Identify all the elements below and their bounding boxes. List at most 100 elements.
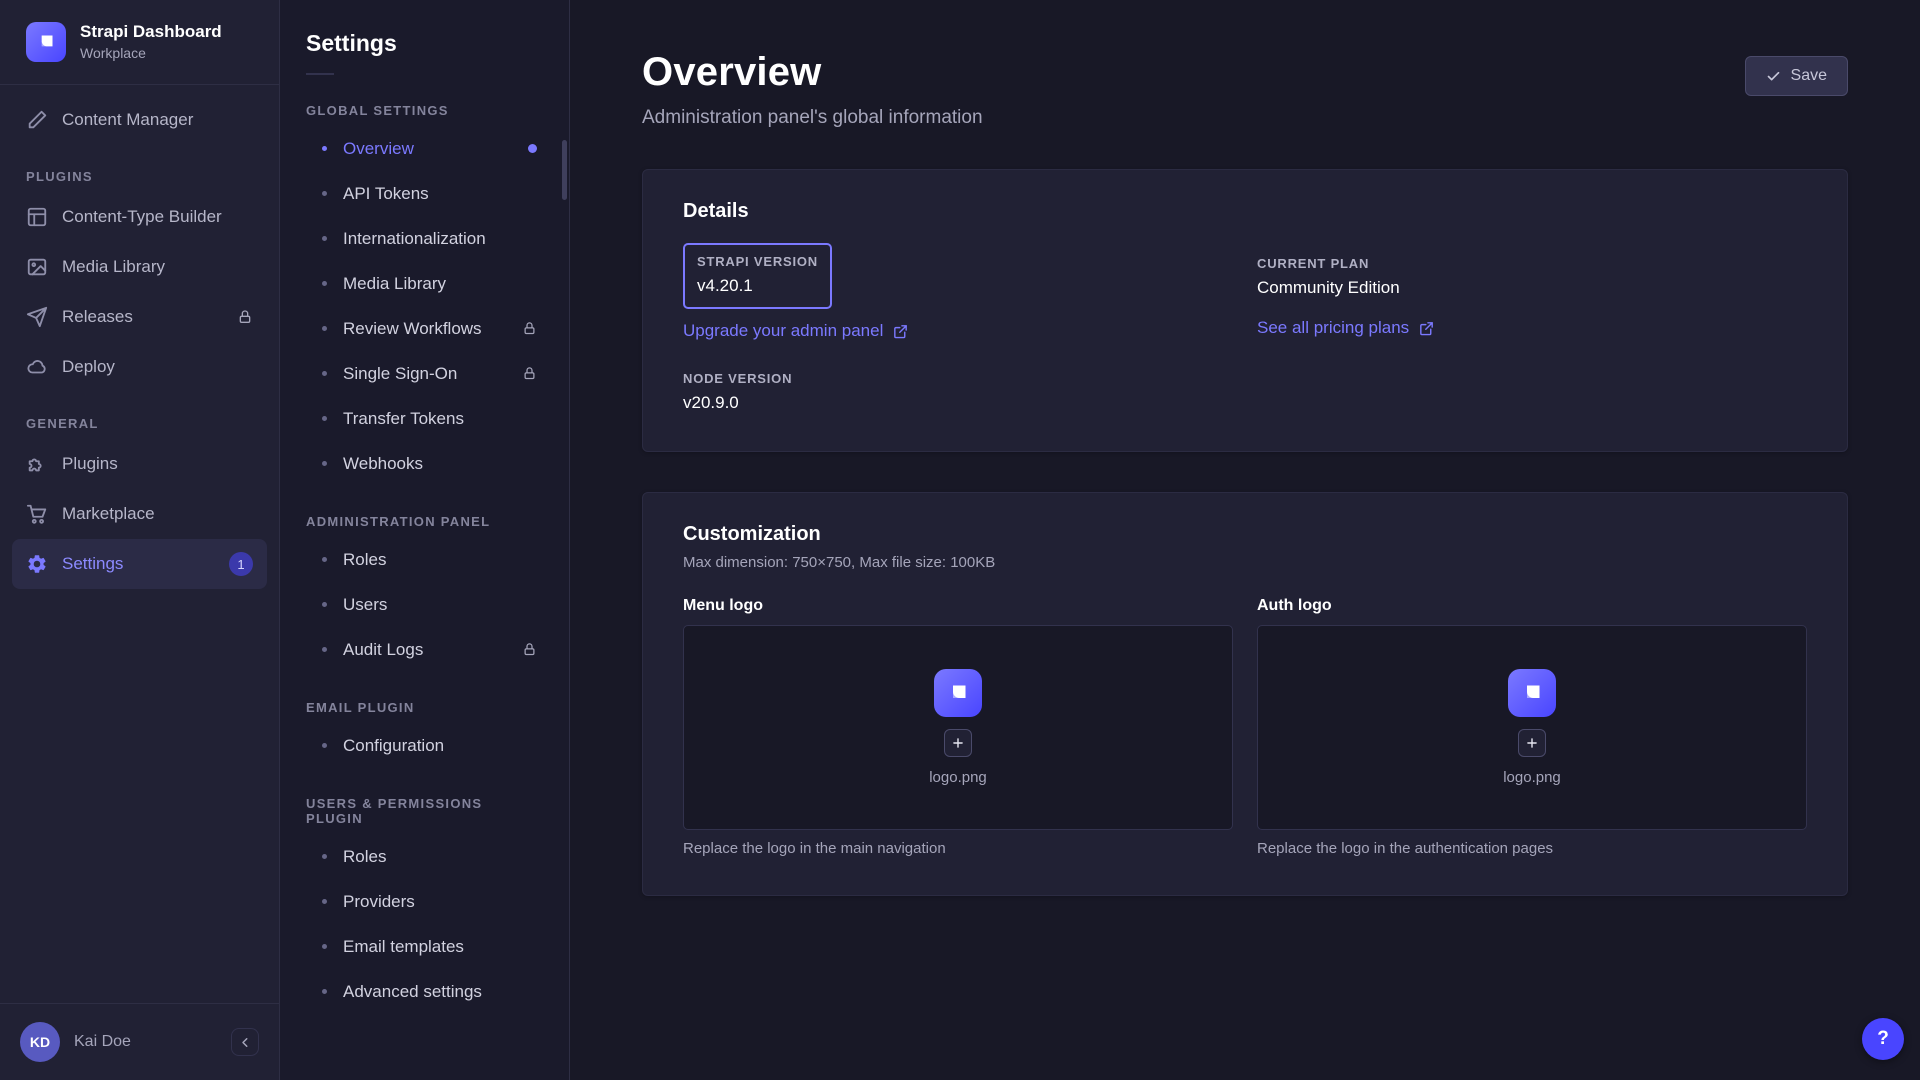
subnav-item-users[interactable]: Users: [306, 582, 543, 627]
bullet-icon: [322, 461, 327, 466]
settings-subnav: Settings GLOBAL SETTINGS Overview API To…: [280, 0, 570, 1080]
add-menu-logo-button[interactable]: [944, 729, 972, 757]
lock-icon: [522, 642, 537, 657]
check-icon: [1766, 69, 1781, 84]
subnav-item-roles-up[interactable]: Roles: [306, 834, 543, 879]
bullet-icon: [322, 236, 327, 241]
nav-item-releases[interactable]: Releases: [12, 292, 267, 342]
nav-item-content-type-builder[interactable]: Content-Type Builder: [12, 192, 267, 242]
current-plan-label: CURRENT PLAN: [1257, 256, 1807, 271]
menu-logo-caption: Replace the logo in the main navigation: [683, 840, 1233, 857]
user-footer: KD Kai Doe: [0, 1003, 279, 1080]
nav-item-marketplace[interactable]: Marketplace: [12, 489, 267, 539]
menu-logo-filename: logo.png: [929, 769, 987, 786]
subnav-item-advanced-settings[interactable]: Advanced settings: [306, 969, 543, 1014]
bullet-icon: [322, 191, 327, 196]
subnav-group-users-permissions-plugin: USERS & PERMISSIONS PLUGIN: [306, 796, 543, 826]
subnav-item-configuration[interactable]: Configuration: [306, 723, 543, 768]
customization-constraints: Max dimension: 750×750, Max file size: 1…: [683, 554, 1807, 571]
lock-icon: [522, 366, 537, 381]
auth-logo-label: Auth logo: [1257, 597, 1807, 615]
pencil-icon: [26, 109, 48, 131]
collapse-sidebar-button[interactable]: [231, 1028, 259, 1056]
subnav-item-label: Roles: [343, 847, 386, 867]
workspace-title: Strapi Dashboard: [80, 23, 222, 42]
menu-logo-field: Menu logo logo.png Replace the logo in t…: [683, 597, 1233, 857]
subnav-item-label: Review Workflows: [343, 319, 482, 339]
save-button-label: Save: [1791, 67, 1827, 85]
bullet-icon: [322, 989, 327, 994]
subnav-item-label: Advanced settings: [343, 982, 482, 1002]
upgrade-admin-panel-link[interactable]: Upgrade your admin panel: [683, 321, 909, 341]
auth-logo-caption: Replace the logo in the authentication p…: [1257, 840, 1807, 857]
subnav-item-media-library[interactable]: Media Library: [306, 261, 543, 306]
menu-logo-dropzone[interactable]: logo.png: [683, 625, 1233, 830]
subnav-item-email-templates[interactable]: Email templates: [306, 924, 543, 969]
external-link-icon: [892, 323, 909, 340]
subnav-item-providers[interactable]: Providers: [306, 879, 543, 924]
workspace-subtitle: Workplace: [80, 45, 222, 61]
subnav-item-label: Users: [343, 595, 387, 615]
subnav-item-api-tokens[interactable]: API Tokens: [306, 171, 543, 216]
subnav-item-single-sign-on[interactable]: Single Sign-On: [306, 351, 543, 396]
subnav-item-label: Providers: [343, 892, 415, 912]
subnav-item-roles-admin[interactable]: Roles: [306, 537, 543, 582]
pricing-plans-link[interactable]: See all pricing plans: [1257, 318, 1435, 338]
strapi-logo-icon: [26, 22, 66, 62]
help-button[interactable]: ?: [1862, 1018, 1904, 1060]
save-button[interactable]: Save: [1745, 56, 1848, 96]
settings-notification-badge: 1: [229, 552, 253, 576]
bullet-icon: [322, 326, 327, 331]
subnav-item-label: Internationalization: [343, 229, 486, 249]
subnav-item-label: Transfer Tokens: [343, 409, 464, 429]
customization-card-title: Customization: [683, 523, 1807, 546]
subnav-title: Settings: [306, 30, 543, 57]
main-content: Overview Administration panel's global i…: [570, 0, 1920, 1080]
nav-item-plugins[interactable]: Plugins: [12, 439, 267, 489]
strapi-version-field[interactable]: STRAPI VERSION v4.20.1: [683, 243, 832, 309]
external-link-icon: [1418, 320, 1435, 337]
divider: [306, 73, 334, 75]
avatar[interactable]: KD: [20, 1022, 60, 1062]
lock-icon: [522, 321, 537, 336]
bullet-icon: [322, 371, 327, 376]
upgrade-link-label: Upgrade your admin panel: [683, 321, 883, 341]
nav-item-label: Marketplace: [62, 504, 155, 524]
cart-icon: [26, 503, 48, 525]
subnav-item-label: Single Sign-On: [343, 364, 457, 384]
paper-plane-icon: [26, 306, 48, 328]
subnav-item-label: Media Library: [343, 274, 446, 294]
add-auth-logo-button[interactable]: [1518, 729, 1546, 757]
nav-item-deploy[interactable]: Deploy: [12, 342, 267, 392]
subnav-item-transfer-tokens[interactable]: Transfer Tokens: [306, 396, 543, 441]
nav-item-content-manager[interactable]: Content Manager: [12, 95, 267, 145]
subnav-group-email-plugin: EMAIL PLUGIN: [306, 700, 543, 715]
nav-item-media-library[interactable]: Media Library: [12, 242, 267, 292]
subnav-item-internationalization[interactable]: Internationalization: [306, 216, 543, 261]
bullet-icon: [322, 899, 327, 904]
strapi-version-label: STRAPI VERSION: [697, 254, 818, 269]
bullet-icon: [322, 944, 327, 949]
main-nav: Content Manager PLUGINS Content-Type Bui…: [0, 85, 279, 1003]
bullet-icon: [322, 416, 327, 421]
nav-item-label: Content Manager: [62, 110, 193, 130]
page-title: Overview: [642, 50, 983, 95]
chevron-left-icon: [238, 1035, 253, 1050]
nav-item-label: Releases: [62, 307, 133, 327]
lock-icon: [237, 309, 253, 325]
details-card: Details STRAPI VERSION v4.20.1 Upgrade y…: [642, 169, 1848, 452]
subnav-item-audit-logs[interactable]: Audit Logs: [306, 627, 543, 672]
strapi-logo-icon: [1508, 669, 1556, 717]
nav-item-settings[interactable]: Settings 1: [12, 539, 267, 589]
workspace-brand[interactable]: Strapi Dashboard Workplace: [0, 0, 279, 84]
subnav-item-webhooks[interactable]: Webhooks: [306, 441, 543, 486]
subnav-item-label: Roles: [343, 550, 386, 570]
auth-logo-dropzone[interactable]: logo.png: [1257, 625, 1807, 830]
bullet-icon: [322, 602, 327, 607]
subnav-item-overview[interactable]: Overview: [306, 126, 543, 171]
subnav-item-label: Email templates: [343, 937, 464, 957]
subnav-item-review-workflows[interactable]: Review Workflows: [306, 306, 543, 351]
node-version-value: v20.9.0: [683, 393, 1233, 413]
subnav-scrollbar[interactable]: [562, 140, 567, 200]
page-subtitle: Administration panel's global informatio…: [642, 107, 983, 129]
